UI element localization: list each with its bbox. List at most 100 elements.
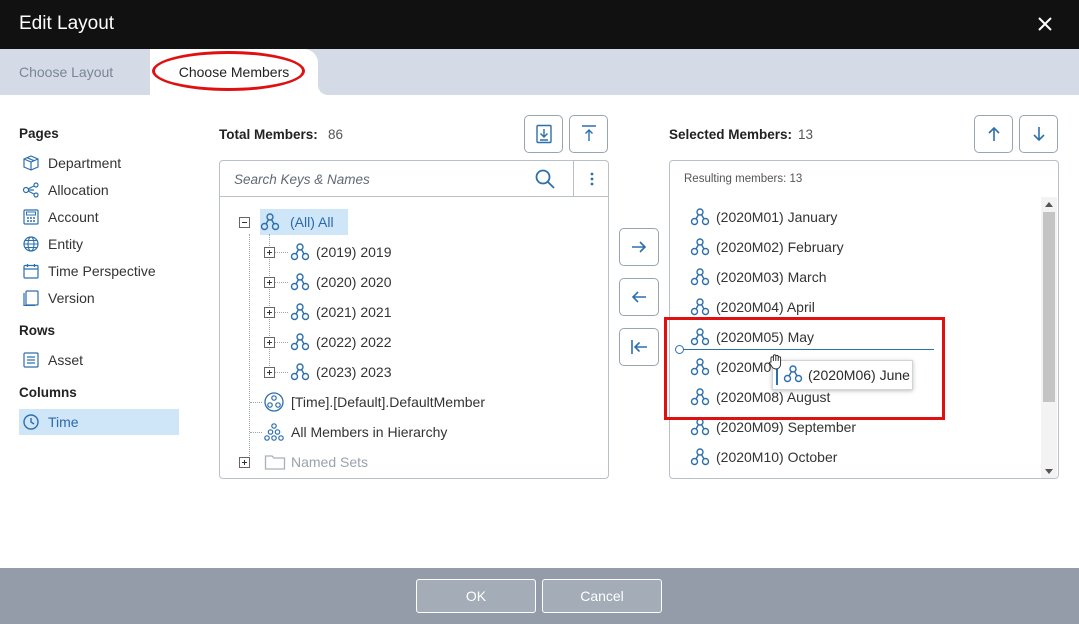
- move-up-button[interactable]: [974, 115, 1013, 153]
- tree-expand-toggle[interactable]: [264, 277, 275, 288]
- sidebar-item-allocation[interactable]: Allocation: [19, 177, 179, 203]
- sidebar-item-label: Time: [48, 414, 79, 430]
- dialog-footer: OK Cancel: [0, 568, 1079, 624]
- ok-button[interactable]: OK: [416, 579, 536, 613]
- tree-connector: [274, 252, 288, 253]
- search-input[interactable]: [234, 170, 524, 188]
- arrow-down-icon: [1033, 127, 1045, 142]
- arrow-right-icon: [632, 241, 647, 253]
- sidebar-item-version[interactable]: Version: [19, 285, 179, 311]
- tree-expand-toggle[interactable]: [264, 337, 275, 348]
- remove-selected-button[interactable]: [619, 278, 659, 316]
- scroll-down-arrow[interactable]: [1045, 469, 1053, 474]
- clock-icon: [23, 414, 39, 430]
- tree-connector: [274, 282, 288, 283]
- hierarchy-icon: [290, 333, 310, 351]
- scrollbar-thumb[interactable]: [1043, 212, 1055, 402]
- calculator-icon: [23, 209, 39, 225]
- hierarchy-icon: [690, 448, 710, 466]
- hierarchy-icon: [690, 328, 710, 346]
- search-bar: [220, 161, 608, 197]
- pages-heading: Pages: [19, 126, 59, 141]
- tree-node-all[interactable]: (All) All: [260, 209, 348, 235]
- hierarchy-icon: [690, 208, 710, 226]
- collapse-all-button[interactable]: [569, 115, 608, 153]
- cube-icon: [23, 155, 39, 171]
- grab-hand-icon: [769, 354, 782, 370]
- arrow-up-icon: [988, 126, 1000, 141]
- more-options-icon[interactable]: [584, 169, 600, 189]
- dialog-title: Edit Layout: [19, 13, 115, 34]
- sidebar-item-entity[interactable]: Entity: [19, 231, 179, 257]
- arrow-left-to-bar-icon: [631, 340, 647, 354]
- scroll-up-arrow[interactable]: [1045, 202, 1053, 207]
- hierarchy-icon: [690, 388, 710, 406]
- tree-connector: [274, 372, 288, 373]
- selected-members-count: 13: [798, 127, 814, 142]
- download-box-icon: [536, 124, 552, 144]
- tree-expand-toggle[interactable]: [264, 247, 275, 258]
- hierarchy-icon: [690, 418, 710, 436]
- sidebar-item-time-perspective[interactable]: Time Perspective: [19, 258, 179, 284]
- tree-expand-toggle[interactable]: [264, 367, 275, 378]
- hierarchy-icon: [290, 243, 310, 261]
- hierarchy-icon: [690, 358, 710, 376]
- sidebar-item-label: Asset: [48, 352, 84, 368]
- sidebar-item-department[interactable]: Department: [19, 150, 179, 176]
- tree-connector: [250, 402, 262, 403]
- upload-tray-icon: [582, 125, 596, 141]
- tree-connector: [274, 342, 288, 343]
- selected-members-panel: Resulting members: 13 (2020M01) January …: [669, 160, 1059, 479]
- columns-heading: Columns: [19, 385, 77, 400]
- folder-icon: [264, 455, 286, 470]
- drop-indicator-dot: [675, 345, 684, 354]
- list-scrollbar[interactable]: [1041, 197, 1057, 478]
- total-members-count: 86: [328, 127, 344, 142]
- tree-expand-toggle[interactable]: [264, 307, 275, 318]
- hierarchy-icon: [290, 273, 310, 291]
- hierarchy-icon: [260, 213, 280, 231]
- sidebar-item-label: Department: [48, 155, 122, 171]
- hierarchy-icon: [690, 298, 710, 316]
- expand-all-button[interactable]: [524, 115, 563, 153]
- hierarchy-icon: [290, 363, 310, 381]
- cancel-button[interactable]: Cancel: [542, 579, 662, 613]
- hierarchy-icon: [690, 268, 710, 286]
- sidebar-item-asset[interactable]: Asset: [19, 347, 179, 373]
- copy-icon: [23, 290, 39, 306]
- sidebar-item-label: Time Perspective: [48, 263, 156, 279]
- drag-ghost-item: (2020M06) June: [772, 360, 913, 390]
- remove-all-button[interactable]: [619, 328, 659, 366]
- tree-collapse-toggle[interactable]: [239, 217, 250, 228]
- tab-choose-members[interactable]: Choose Members: [150, 49, 328, 95]
- move-down-button[interactable]: [1019, 115, 1058, 153]
- add-selected-button[interactable]: [619, 228, 659, 266]
- sidebar-item-label: Account: [48, 209, 99, 225]
- drag-ghost-label: (2020M06) June: [808, 367, 910, 383]
- close-icon[interactable]: [1035, 12, 1055, 36]
- globe-icon: [23, 236, 39, 252]
- arrow-left-icon: [631, 291, 646, 303]
- calendar-icon: [23, 264, 39, 279]
- search-icon[interactable]: [534, 168, 556, 190]
- total-members-label: Total Members:: [219, 127, 318, 142]
- resulting-members-text: Resulting members: 13: [684, 173, 803, 185]
- sidebar-item-label: Entity: [48, 236, 84, 252]
- tab-bar: Choose Layout Choose Members: [0, 49, 1079, 95]
- hierarchy-icon: [290, 303, 310, 321]
- allocation-icon: [22, 182, 39, 198]
- rows-heading: Rows: [19, 323, 56, 338]
- sidebar-item-time[interactable]: Time: [19, 409, 179, 435]
- default-member-icon: [264, 392, 284, 412]
- title-bar: Edit Layout: [0, 0, 1079, 49]
- sidebar-item-label: Allocation: [48, 182, 109, 198]
- member-group-icon: [264, 423, 284, 441]
- tree-expand-toggle[interactable]: [239, 457, 250, 468]
- tree-connector: [249, 234, 250, 464]
- sidebar-item-account[interactable]: Account: [19, 204, 179, 230]
- hierarchy-icon: [690, 238, 710, 256]
- tab-choose-layout[interactable]: Choose Layout: [0, 49, 150, 95]
- tree-connector: [274, 312, 288, 313]
- sidebar-item-label: Version: [48, 290, 95, 306]
- tree-connector: [250, 432, 262, 433]
